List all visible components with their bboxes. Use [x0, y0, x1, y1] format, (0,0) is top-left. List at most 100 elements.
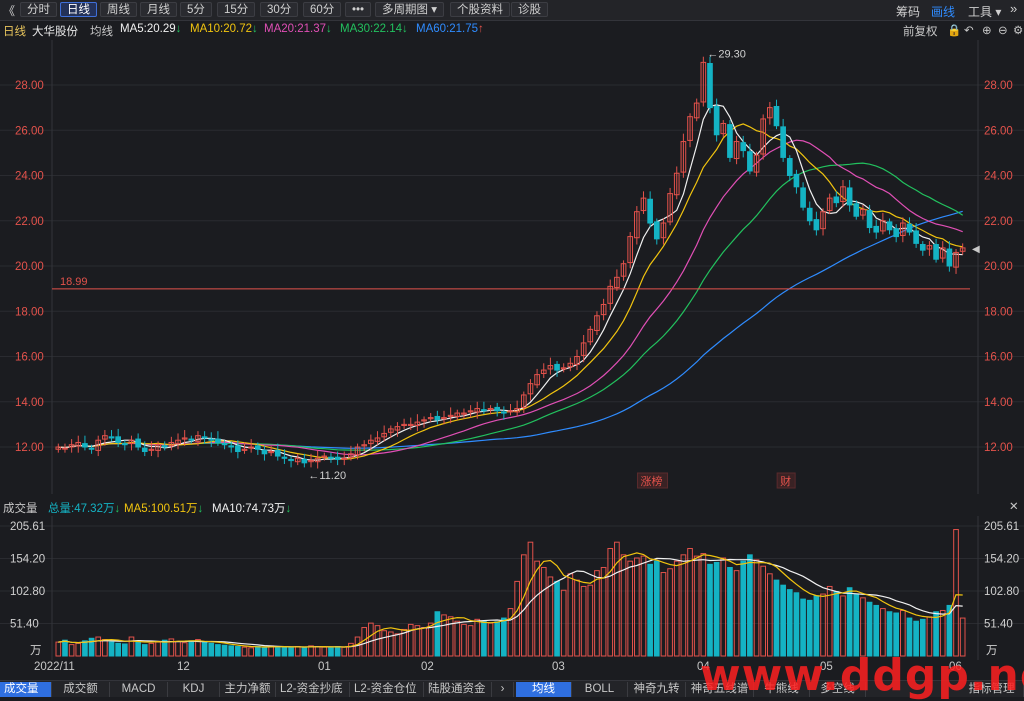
- candle[interactable]: [906, 223, 913, 233]
- volume-bar[interactable]: [494, 621, 501, 657]
- volume-bar[interactable]: [228, 645, 235, 657]
- candle[interactable]: [215, 438, 221, 443]
- zoom-in-icon[interactable]: ⊕: [982, 23, 992, 37]
- volume-bar[interactable]: [647, 563, 653, 657]
- volume-bar[interactable]: [208, 642, 215, 657]
- volume-bar[interactable]: [434, 611, 441, 657]
- tab-fenshi[interactable]: 分时: [20, 2, 57, 17]
- candle[interactable]: [866, 210, 873, 229]
- avg-line-label[interactable]: 均线: [90, 23, 113, 39]
- tab-northbound[interactable]: 陆股通资金: [424, 682, 492, 697]
- more-button[interactable]: •••: [345, 2, 372, 17]
- volume-bar[interactable]: [780, 584, 786, 657]
- volume-bar[interactable]: [215, 644, 221, 657]
- volume-bar[interactable]: [301, 646, 308, 657]
- volume-bar[interactable]: [833, 591, 840, 657]
- volume-bar[interactable]: [866, 601, 873, 657]
- volume-bar[interactable]: [873, 604, 880, 657]
- volume-bar[interactable]: [62, 639, 68, 657]
- chip-button[interactable]: 筹码: [896, 3, 920, 20]
- candle[interactable]: [919, 244, 926, 251]
- volume-bar[interactable]: [288, 647, 294, 657]
- tab-15min[interactable]: 15分: [217, 2, 256, 17]
- candle[interactable]: [933, 244, 939, 260]
- volume-bar[interactable]: [121, 643, 128, 657]
- multi-period-dropdown[interactable]: 多周期图 ▾: [375, 2, 444, 17]
- volume-bar[interactable]: [813, 595, 820, 657]
- tab-magic-nine[interactable]: 神奇九转: [628, 682, 686, 697]
- volume-bar[interactable]: [793, 592, 800, 657]
- candle[interactable]: [786, 158, 793, 176]
- candle[interactable]: [873, 225, 880, 233]
- volume-bar[interactable]: [853, 593, 860, 657]
- candle[interactable]: [108, 436, 115, 439]
- tab-macd[interactable]: MACD: [110, 682, 168, 697]
- tab-volume[interactable]: 成交量: [0, 682, 52, 697]
- back-icon[interactable]: 《: [3, 2, 15, 19]
- tab-l2-bottom[interactable]: L2-资金抄底: [276, 682, 350, 697]
- price-chart[interactable]: 28.00 28.00 26.00 26.00 24.00 24.00 22.00 22.00…: [0, 40, 1024, 494]
- tab-60min[interactable]: 60分: [303, 2, 342, 17]
- candle[interactable]: [501, 411, 507, 414]
- candle[interactable]: [653, 221, 660, 240]
- candle[interactable]: [647, 198, 653, 224]
- tools-menu[interactable]: 工具 ▾: [968, 3, 1001, 20]
- volume-bar[interactable]: [201, 641, 208, 657]
- lock-icon[interactable]: 🔒: [947, 23, 961, 37]
- candle[interactable]: [434, 415, 441, 421]
- candle[interactable]: [88, 447, 95, 450]
- undo-icon[interactable]: ↶: [964, 23, 974, 37]
- candle[interactable]: [893, 228, 900, 238]
- candle[interactable]: [481, 409, 487, 412]
- candle[interactable]: [800, 187, 806, 208]
- tab-weekly[interactable]: 周线: [100, 2, 137, 17]
- candle[interactable]: [707, 63, 713, 109]
- candle[interactable]: [853, 203, 860, 217]
- candle[interactable]: [62, 447, 68, 450]
- candle[interactable]: [161, 445, 168, 448]
- candle[interactable]: [115, 436, 121, 443]
- candle[interactable]: [833, 196, 840, 204]
- volume-bar[interactable]: [328, 647, 334, 657]
- candle[interactable]: [813, 219, 820, 231]
- volume-bar[interactable]: [135, 640, 141, 657]
- candle[interactable]: [334, 456, 341, 460]
- tab-5min[interactable]: 5分: [180, 2, 212, 17]
- candle[interactable]: [780, 126, 786, 158]
- volume-bar[interactable]: [261, 646, 268, 657]
- tab-30min[interactable]: 30分: [260, 2, 299, 17]
- candle[interactable]: [201, 436, 208, 439]
- volume-chart[interactable]: 205.61 205.61 154.20 154.20 102.80 102.80 51.4…: [0, 516, 1024, 660]
- volume-bar[interactable]: [334, 646, 341, 657]
- volume-bar[interactable]: [653, 560, 660, 657]
- candle[interactable]: [235, 445, 241, 453]
- volume-bar[interactable]: [115, 642, 121, 657]
- candle[interactable]: [773, 105, 780, 127]
- candle[interactable]: [261, 449, 268, 455]
- candle[interactable]: [747, 151, 753, 172]
- candle[interactable]: [793, 173, 800, 188]
- candle[interactable]: [274, 449, 281, 457]
- candle[interactable]: [946, 248, 953, 267]
- volume-bar[interactable]: [707, 563, 713, 657]
- volume-bar[interactable]: [800, 598, 806, 657]
- diagnose-button[interactable]: 诊股: [511, 2, 548, 17]
- volume-bar[interactable]: [786, 589, 793, 657]
- draw-line-button[interactable]: 画线: [931, 3, 955, 20]
- candle[interactable]: [554, 363, 560, 371]
- candle[interactable]: [301, 458, 308, 464]
- candle[interactable]: [121, 443, 128, 446]
- candle[interactable]: [341, 457, 348, 460]
- tab-ma[interactable]: 均线: [516, 682, 572, 697]
- candle[interactable]: [806, 207, 813, 222]
- candle[interactable]: [713, 105, 720, 136]
- volume-bar[interactable]: [773, 579, 780, 657]
- candle[interactable]: [141, 447, 148, 453]
- volume-bar[interactable]: [747, 554, 753, 657]
- zoom-out-icon[interactable]: ⊖: [998, 23, 1008, 37]
- volume-bar[interactable]: [254, 646, 261, 657]
- volume-bar[interactable]: [281, 646, 288, 657]
- volume-bar[interactable]: [740, 560, 747, 657]
- volume-bar[interactable]: [727, 566, 733, 657]
- volume-bar[interactable]: [82, 640, 88, 657]
